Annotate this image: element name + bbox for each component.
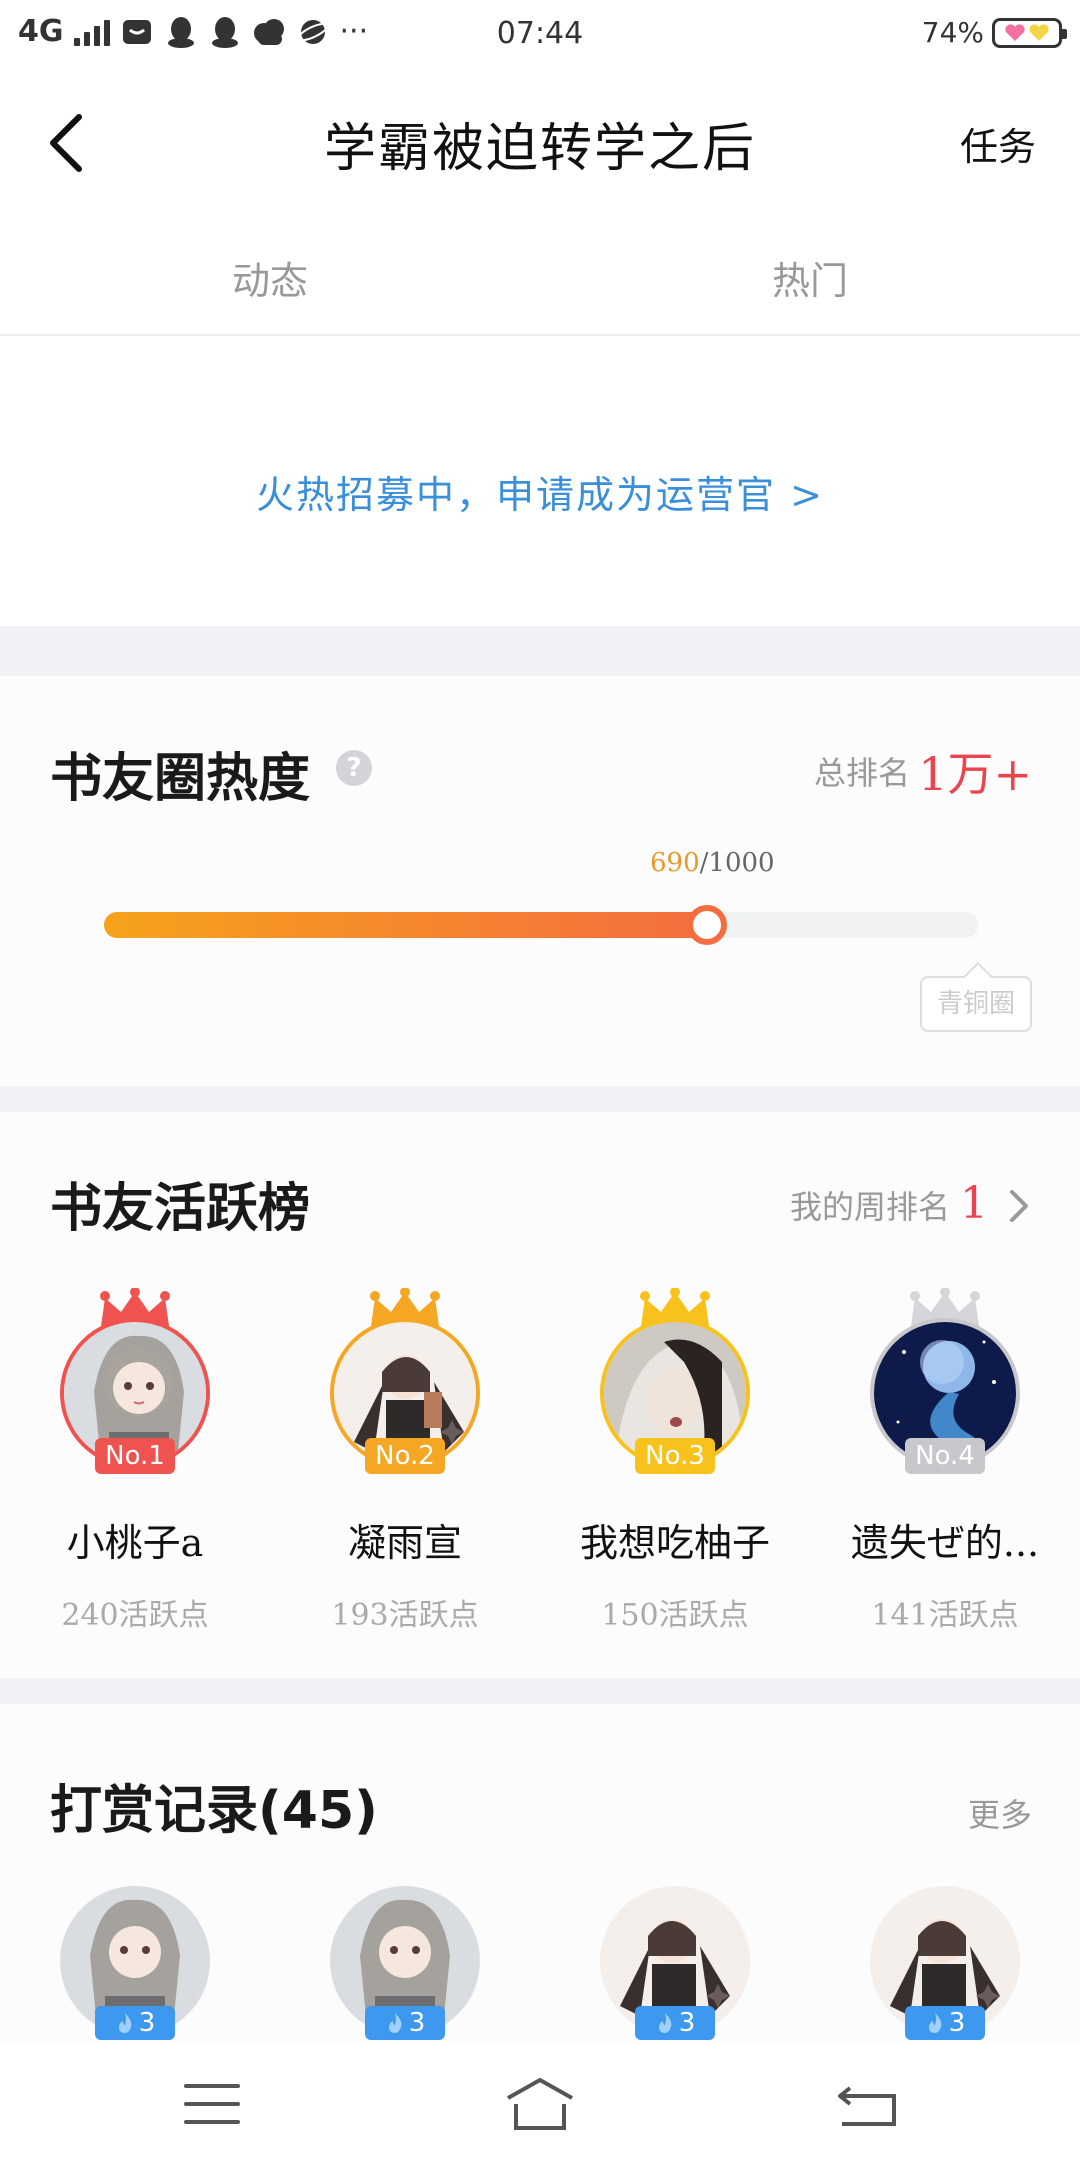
flame-icon xyxy=(658,2013,672,2033)
page-title: 学霸被迫转学之后 xyxy=(323,119,756,179)
status-bar: 4G ··· 07:44 74% xyxy=(0,0,1080,72)
status-right: 74% xyxy=(921,16,1067,49)
battery-percent: 74% xyxy=(921,16,984,49)
user-points: 193活跃点 xyxy=(331,1598,479,1633)
fan-level-badge: 3 xyxy=(905,2006,985,2040)
heat-title: 书友圈热度 xyxy=(50,748,311,809)
heat-progress-bar xyxy=(104,905,978,945)
back-nav-icon[interactable] xyxy=(828,2074,908,2134)
rank-badge: No.2 xyxy=(365,1438,445,1474)
rank-badge: No.4 xyxy=(905,1438,985,1474)
active-ranking-title: 书友活跃榜 xyxy=(50,1178,311,1239)
ranking-user-4[interactable]: No.4 遗失ぜ的... 141活跃点 xyxy=(810,1288,1080,1668)
recruit-operator-link[interactable]: 火热招募中，申请成为运营官 > xyxy=(0,464,1080,519)
level-badge: 青铜圈 xyxy=(920,976,1032,1032)
rewarder-item[interactable]: 3 xyxy=(540,1886,810,2046)
menu-icon[interactable] xyxy=(172,2074,252,2134)
section-divider xyxy=(0,1678,1080,1704)
rank-badge: No.3 xyxy=(635,1438,715,1474)
rewarder-item[interactable]: 3 xyxy=(810,1886,1080,2046)
my-weekly-rank-label[interactable]: 我的周排名 xyxy=(790,1182,950,1228)
rewarder-list: 3 3 3 3 xyxy=(0,1886,1080,2046)
heat-progress-knob xyxy=(687,905,728,945)
heat-total: /1000 xyxy=(699,848,775,878)
total-rank-value: 1万+ xyxy=(918,747,1032,801)
tab-bar: 动态 热门 书友 xyxy=(0,236,1080,1914)
flame-icon xyxy=(118,2013,132,2033)
recruit-banner: 火热招募中，申请成为运营官 > xyxy=(0,336,1080,626)
user-name: 小桃子a xyxy=(66,1521,204,1565)
total-rank-label: 总排名 xyxy=(813,754,910,792)
flame-icon xyxy=(928,2013,942,2033)
ranking-user-2[interactable]: No.2 凝雨宣 193活跃点 xyxy=(270,1288,540,1668)
tab-popular[interactable]: 热门 xyxy=(540,236,1080,334)
help-icon[interactable]: ? xyxy=(336,750,372,786)
user-name: 遗失ぜ的... xyxy=(850,1521,1040,1565)
fan-level: 3 xyxy=(138,2008,156,2038)
user-name: 我想吃柚子 xyxy=(579,1521,770,1565)
fan-level-badge: 3 xyxy=(635,2006,715,2040)
clock: 07:44 xyxy=(496,16,584,51)
home-icon[interactable] xyxy=(500,2074,580,2134)
fan-level: 3 xyxy=(948,2008,966,2038)
reward-title: 打赏记录(45) xyxy=(50,1781,378,1841)
user-points: 141活跃点 xyxy=(871,1598,1019,1633)
tab-dynamics[interactable]: 动态 xyxy=(0,236,540,334)
flame-icon xyxy=(388,2013,402,2033)
ranking-user-1[interactable]: No.1 小桃子a 240活跃点 xyxy=(0,1288,270,1668)
section-divider xyxy=(0,626,1080,676)
fan-level-badge: 3 xyxy=(365,2006,445,2040)
heat-section: 书友圈热度 ? 总排名 1万+ 690/1000 青铜圈 xyxy=(0,676,1080,1086)
rewarder-item[interactable]: 3 xyxy=(0,1886,270,2046)
my-weekly-rank-value[interactable]: 1 xyxy=(960,1178,988,1229)
rank-badge: No.1 xyxy=(95,1438,175,1474)
user-points: 150活跃点 xyxy=(601,1598,749,1633)
system-nav-bar xyxy=(0,2044,1080,2160)
fan-level: 3 xyxy=(678,2008,696,2038)
heat-progress-text: 690/1000 xyxy=(650,848,775,878)
battery-icon xyxy=(992,17,1067,48)
ranking-list: No.1 小桃子a 240活跃点 No.2 凝雨宣 193活跃点 No.3 我想… xyxy=(0,1288,1080,1668)
chevron-right-icon[interactable] xyxy=(1004,1186,1034,1226)
fan-level-badge: 3 xyxy=(95,2006,175,2040)
user-name: 凝雨宣 xyxy=(347,1521,462,1565)
ranking-user-3[interactable]: No.3 我想吃柚子 150活跃点 xyxy=(540,1288,810,1668)
task-button[interactable]: 任务 xyxy=(960,116,1036,171)
heat-current: 690 xyxy=(650,848,700,878)
section-divider xyxy=(0,1086,1080,1112)
active-ranking-section: 书友活跃榜 我的周排名 1 No.1 小桃子a 240活跃点 No.2 凝雨宣 … xyxy=(0,1112,1080,1678)
app-header: 学霸被迫转学之后 任务 xyxy=(0,72,1080,212)
more-link[interactable]: 更多 xyxy=(968,1790,1032,1836)
fan-level: 3 xyxy=(408,2008,426,2038)
user-points: 240活跃点 xyxy=(61,1598,209,1633)
reward-section: 打赏记录(45) 更多 3 3 3 3 xyxy=(0,1704,1080,2044)
heat-progress-fill xyxy=(104,912,708,938)
rewarder-item[interactable]: 3 xyxy=(270,1886,540,2046)
